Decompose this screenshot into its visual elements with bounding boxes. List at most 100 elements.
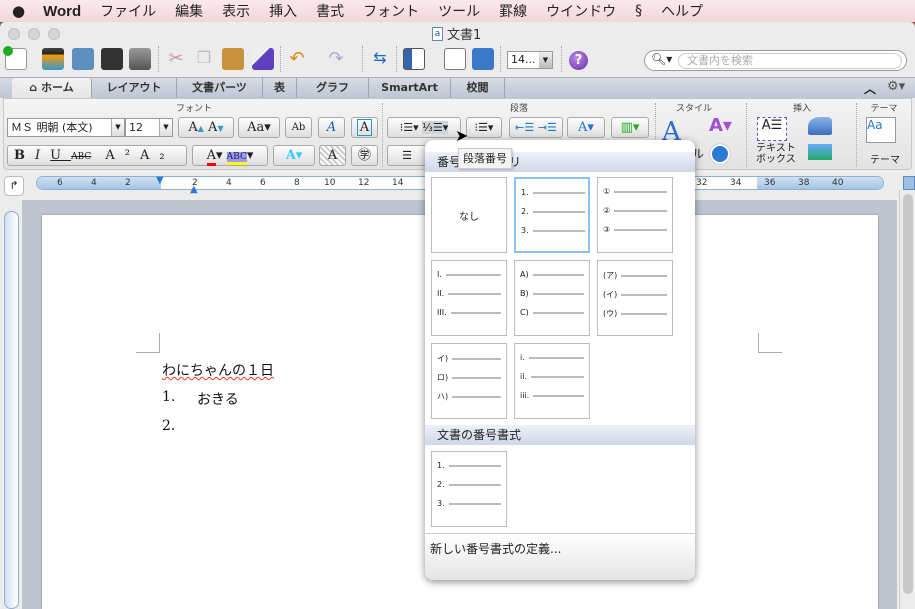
minimize-button[interactable] <box>28 28 40 40</box>
tab-review[interactable]: 校閲 <box>451 78 505 99</box>
font-color-icon[interactable]: A <box>206 148 216 166</box>
list-item-text[interactable]: おきる <box>197 389 239 409</box>
tab-stop-selector[interactable]: ↱ <box>4 176 24 196</box>
save-icon[interactable] <box>101 48 123 70</box>
columns-icon[interactable]: ▥▾ <box>611 117 649 138</box>
bullets-icon[interactable]: ⁝☰▾ <box>400 121 419 134</box>
numbering-format-option[interactable]: ① ② ③ <box>597 177 673 253</box>
menu-app[interactable]: Word <box>43 3 81 20</box>
character-shading-icon[interactable]: A <box>319 145 346 166</box>
numbering-format-option[interactable]: (ア) (イ) (ウ) <box>597 260 673 336</box>
vertical-scrollbar[interactable] <box>899 176 915 609</box>
hanging-indent-marker[interactable]: ▲ <box>190 184 198 195</box>
separator <box>561 46 562 72</box>
show-formatting-icon[interactable]: ⇆ <box>369 48 391 70</box>
menu-edit[interactable]: 編集 <box>175 1 203 21</box>
search-icon[interactable]: 🔍︎▾ <box>651 52 672 66</box>
zoom-button[interactable] <box>48 28 60 40</box>
numbering-format-option[interactable]: 1. 2. 3. <box>431 451 507 527</box>
collapse-ribbon-icon[interactable]: ︿ <box>864 80 876 97</box>
gear-icon[interactable]: ⚙▾ <box>887 79 905 94</box>
undo-icon[interactable]: ↶ <box>286 48 308 70</box>
font-style-buttons[interactable]: BIUABC A²A₂ <box>7 145 187 166</box>
menu-tools[interactable]: ツール <box>438 1 480 21</box>
first-line-indent-marker[interactable]: ▼ <box>156 175 164 186</box>
menu-file[interactable]: ファイル <box>100 1 156 21</box>
numbering-format-option[interactable]: A) B) C) <box>514 260 590 336</box>
preview-line <box>532 292 584 295</box>
bold-button[interactable]: B <box>14 148 35 163</box>
theme-label[interactable]: テーマ <box>870 151 900 166</box>
tab-layout[interactable]: レイアウト <box>92 78 177 99</box>
numbering-icon[interactable]: ⅓☰▾ <box>422 121 449 134</box>
tab-document-parts[interactable]: 文書パーツ <box>177 78 263 99</box>
text-effects-icon[interactable]: A <box>318 117 345 138</box>
underline-button[interactable]: U <box>50 148 71 163</box>
text-glow-button[interactable]: A▾ <box>273 145 315 166</box>
menu-format[interactable]: 書式 <box>316 1 344 21</box>
numbering-format-option[interactable]: 1. 2. 3. <box>514 177 590 253</box>
numbering-format-option[interactable]: i. ii. iii. <box>514 343 590 419</box>
sidebar-toggle-icon[interactable] <box>403 48 425 70</box>
enclosed-character-icon[interactable]: ㊫ <box>351 145 378 166</box>
font-name-select[interactable]: ＭＳ 明朝 (本文) ▼ <box>7 118 125 137</box>
script-menu-icon[interactable]: § <box>635 3 642 19</box>
tab-smartart[interactable]: SmartArt <box>369 78 451 99</box>
media-browser-icon[interactable] <box>472 48 494 70</box>
italic-button[interactable]: I <box>35 148 50 163</box>
document-title-line[interactable]: わにちゃんの１日 <box>162 360 274 380</box>
new-document-icon[interactable] <box>3 46 27 70</box>
numbering-format-option[interactable]: なし <box>431 177 507 253</box>
split-view-icon[interactable] <box>903 176 915 190</box>
theme-icon[interactable]: Aa <box>866 117 896 143</box>
textbox-label[interactable]: テキスト ボックス <box>756 143 802 165</box>
change-case-button[interactable]: Aa▾ <box>238 117 280 138</box>
indent-buttons[interactable]: ⇤☰ ⇥☰ <box>509 117 563 138</box>
grow-shrink-font-buttons[interactable]: A▲ A▼ <box>178 117 234 138</box>
menu-view[interactable]: 表示 <box>222 1 250 21</box>
manage-styles-icon[interactable] <box>710 144 730 164</box>
search-input[interactable]: 文書内を検索 <box>678 53 902 69</box>
tab-table[interactable]: 表 <box>263 78 297 99</box>
text-border-icon[interactable]: A <box>351 117 378 138</box>
highlight-icon[interactable]: ABC <box>226 152 247 165</box>
menu-font[interactable]: フォント <box>363 1 419 21</box>
paste-icon[interactable] <box>222 48 244 70</box>
copy-icon[interactable]: ❐ <box>193 48 215 70</box>
strikethrough-button[interactable]: ABC <box>71 152 91 162</box>
picture-icon[interactable] <box>808 144 832 160</box>
menu-insert[interactable]: 挿入 <box>269 1 297 21</box>
help-button[interactable]: ? <box>569 51 588 70</box>
textbox-icon[interactable]: A☰ <box>757 117 787 141</box>
close-button[interactable] <box>8 28 20 40</box>
list-buttons[interactable]: ⁝☰▾ ⅓☰▾ <box>387 117 461 138</box>
zoom-select[interactable]: 14... ▼ <box>507 51 553 69</box>
shape-icon[interactable] <box>808 117 832 135</box>
define-new-number-format[interactable]: 新しい番号書式の定義... <box>425 533 695 580</box>
tab-home[interactable]: ⌂ ホーム <box>12 78 92 99</box>
font-size-select[interactable]: 12 ▼ <box>125 118 173 137</box>
print-icon[interactable] <box>129 48 151 70</box>
open-folder-icon[interactable] <box>72 48 94 70</box>
scroll-thumb[interactable] <box>903 194 913 594</box>
numbering-format-option[interactable]: イ) ロ) ハ) <box>431 343 507 419</box>
cut-icon[interactable]: ✂ <box>165 48 187 70</box>
tab-chart[interactable]: グラフ <box>297 78 369 99</box>
apple-menu-icon[interactable]: ● <box>12 2 25 20</box>
format-painter-icon[interactable] <box>252 48 274 70</box>
menu-table[interactable]: 罫線 <box>499 1 527 21</box>
font-color-highlight-buttons[interactable]: A▾ ABC▾ <box>192 145 268 166</box>
redo-icon[interactable]: ↷ <box>325 48 347 70</box>
menu-window[interactable]: ウインドウ <box>546 1 616 21</box>
text-direction-icon[interactable]: A▾ <box>567 117 605 138</box>
preview-line <box>445 273 501 276</box>
toolbox-icon[interactable] <box>444 48 466 70</box>
multilevel-list-icon[interactable]: ⁝☰▾ <box>466 117 502 138</box>
clear-formatting-icon[interactable]: Ab <box>285 117 312 138</box>
vertical-ruler[interactable] <box>4 211 19 609</box>
align-left-icon[interactable]: ☰ <box>387 145 427 166</box>
numbering-format-option[interactable]: I. II. III. <box>431 260 507 336</box>
style-set-icon[interactable]: A▾ <box>709 115 732 136</box>
menu-help[interactable]: ヘルプ <box>661 1 703 21</box>
gallery-icon[interactable] <box>42 48 64 70</box>
